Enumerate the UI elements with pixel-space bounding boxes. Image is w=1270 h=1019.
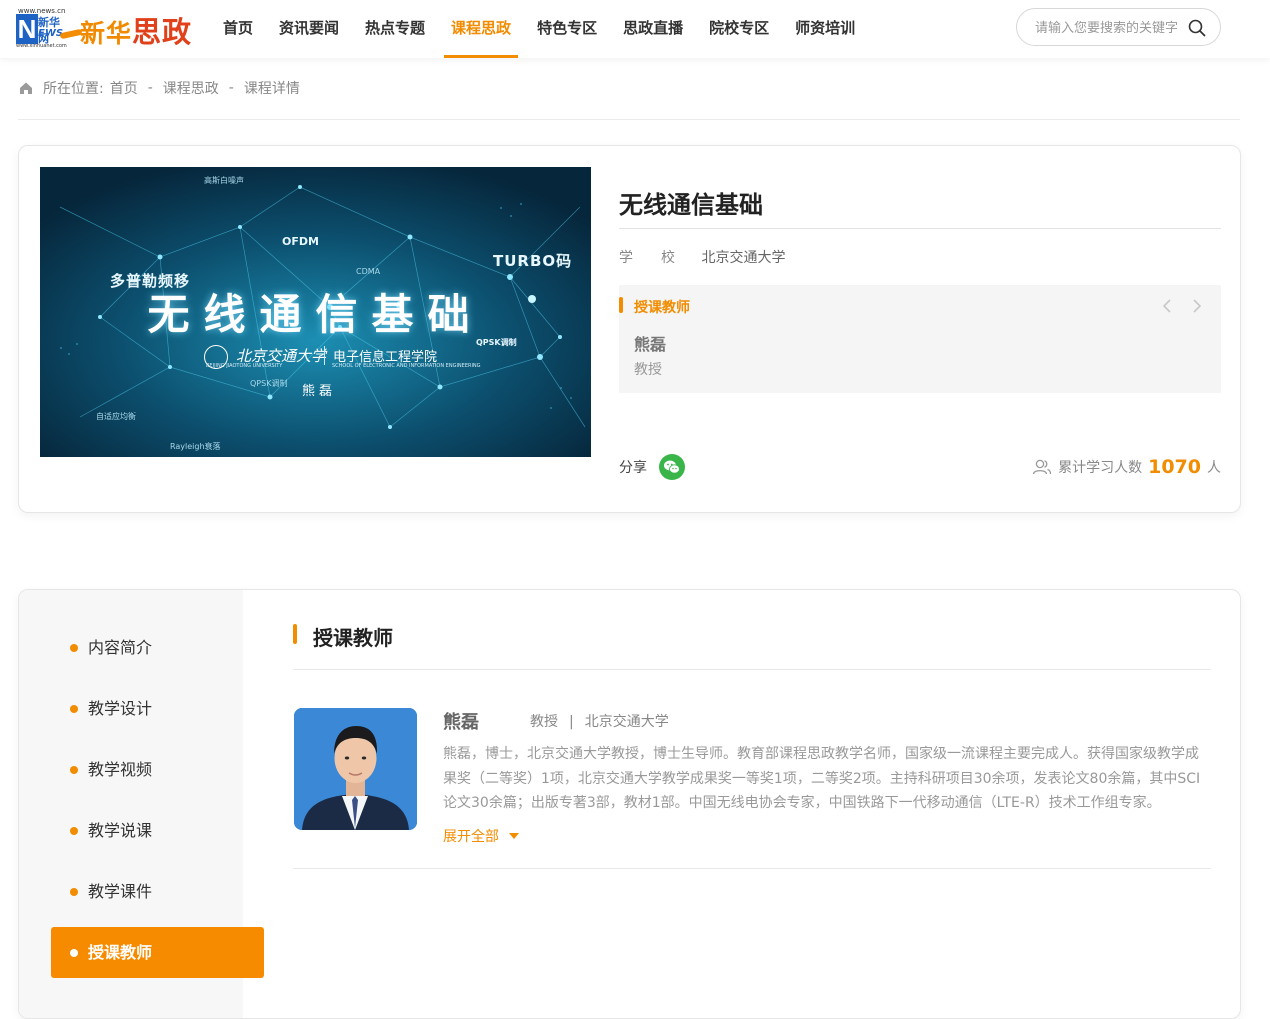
school-row: 学校 北京交通大学	[619, 247, 785, 267]
home-icon	[20, 82, 32, 94]
cover-title: 无线通信基础	[147, 290, 484, 339]
teacher-box-title: 授课教师	[634, 300, 690, 316]
teacher-school: 北京交通大学	[584, 714, 669, 730]
accent-bar	[619, 297, 623, 313]
teacher-avatar	[294, 708, 417, 830]
expand-all-label: 展开全部	[443, 829, 499, 845]
cover-tag: Rayleigh衰落	[170, 442, 221, 451]
course-title: 无线通信基础	[619, 191, 763, 219]
sidebar-item-teacher[interactable]: 授课教师	[51, 927, 264, 978]
course-cover-image[interactable]: 多普勒频移 TURBO码 OFDM QPSK调制 CDMA 高斯白噪声 自适应均…	[40, 167, 591, 457]
nav-home[interactable]: 首页	[210, 0, 266, 58]
search-input[interactable]	[1035, 18, 1185, 38]
cover-tag: TURBO码	[493, 252, 573, 270]
course-card: 多普勒频移 TURBO码 OFDM QPSK调制 CDMA 高斯白噪声 自适应均…	[18, 145, 1241, 513]
teacher-rank: 教授	[530, 714, 558, 730]
bullet-dot	[70, 644, 78, 652]
bullet-dot	[70, 766, 78, 774]
breadcrumb-divider	[18, 119, 1240, 120]
cover-department-en: SCHOOL OF ELECTRONIC AND INFORMATION ENG…	[332, 363, 481, 369]
bullet-dot	[70, 827, 78, 835]
xinhua-logo-mark: www.news.cn N 新华网 EWS www.xinhuanet.com	[16, 7, 67, 49]
sidebar-item-lecture[interactable]: 教学说课	[51, 805, 264, 856]
sidebar-item-video[interactable]: 教学视频	[51, 744, 264, 795]
chevron-left-icon[interactable]	[1159, 297, 1175, 315]
people-icon	[1032, 459, 1052, 475]
bullet-dot	[70, 949, 78, 957]
school-label: 学校	[619, 250, 703, 266]
teacher-section: 授课教师 熊磊 教授 | 北京交通大学 熊磊，博士，北京交通大学教授，博士生导师。教…	[243, 590, 1240, 1018]
nav-featured[interactable]: 特色专区	[524, 0, 610, 58]
teacher-name: 熊磊	[443, 712, 479, 733]
share-label: 分享	[619, 460, 647, 476]
accent-bar	[293, 624, 297, 644]
breadcrumb: 所在位置: 首页 - 课程思政 - 课程详情	[18, 78, 300, 98]
sidebar-item-design[interactable]: 教学设计	[51, 683, 264, 734]
sidebar-item-label: 教学说课	[88, 821, 153, 840]
caret-down-icon	[509, 833, 519, 839]
teacher-box-name[interactable]: 熊磊	[634, 331, 666, 355]
breadcrumb-label: 所在位置:	[43, 81, 104, 97]
cover-tag: 高斯白噪声	[204, 176, 244, 185]
cover-school-en: BEIJING JIAOTONG UNIVERSITY	[206, 363, 283, 369]
nav-teacher-training[interactable]: 师资培训	[782, 0, 868, 58]
meta-divider: |	[569, 714, 574, 730]
sidebar-item-label: 授课教师	[88, 943, 153, 962]
breadcrumb-home[interactable]: 首页	[110, 78, 138, 98]
breadcrumb-separator: -	[147, 80, 153, 96]
teacher-box-rank: 教授	[634, 362, 662, 378]
sidebar-item-courseware[interactable]: 教学课件	[51, 866, 264, 917]
main-nav: 首页 资讯要闻 热点专题 课程思政 特色专区 思政直播 院校专区 师资培训	[210, 0, 868, 58]
teacher-portrait	[294, 708, 417, 830]
course-detail-panel: 内容简介 教学设计 教学视频 教学说课 教学课件 授课教师 授课教师 熊磊 教授…	[18, 589, 1241, 1019]
cover-tag: OFDM	[282, 235, 319, 248]
nav-news[interactable]: 资讯要闻	[266, 0, 352, 58]
share-row: 分享	[619, 454, 685, 480]
teacher-meta: 教授 | 北京交通大学	[530, 711, 669, 731]
breadcrumb-course-detail: 课程详情	[243, 81, 300, 97]
section-title: 授课教师	[313, 626, 393, 650]
sidebar-item-label: 教学视频	[88, 760, 153, 779]
detail-sidebar: 内容简介 教学设计 教学视频 教学说课 教学课件 授课教师	[19, 590, 264, 1018]
logo-brand-text: 新华思政	[80, 9, 192, 51]
cover-tag: 自适应均衡	[96, 412, 136, 421]
teacher-bio: 熊磊，博士，北京交通大学教授，博士生导师。教育部课程思政教学名师，国家级一流课程…	[443, 746, 1201, 811]
section-bottom-divider	[293, 868, 1211, 869]
sidebar-item-label: 内容简介	[88, 638, 153, 657]
sidebar-item-intro[interactable]: 内容简介	[51, 622, 264, 673]
logo-brand-b: 思政	[132, 15, 193, 49]
teacher-summary-box: 授课教师 熊磊 教授	[619, 285, 1221, 393]
logo-url-bottom: www.xinhuanet.com	[16, 43, 67, 49]
school-name: 北京交通大学	[701, 250, 786, 266]
chevron-right-icon[interactable]	[1189, 297, 1205, 315]
site-logo[interactable]: www.news.cn N 新华网 EWS www.xinhuanet.com …	[16, 7, 191, 49]
breadcrumb-course-ideology[interactable]: 课程思政	[163, 78, 219, 98]
breadcrumb-separator: -	[228, 80, 234, 96]
sidebar-item-label: 教学课件	[88, 882, 153, 901]
nav-course-ideology[interactable]: 课程思政	[438, 0, 524, 58]
cover-tag: CDMA	[356, 267, 381, 276]
bullet-dot	[70, 888, 78, 896]
sidebar-item-label: 教学设计	[88, 699, 153, 718]
logo-letter: N	[16, 14, 38, 44]
nav-topics[interactable]: 热点专题	[352, 0, 438, 58]
learners-unit: 人	[1207, 460, 1221, 476]
section-divider	[293, 669, 1211, 670]
cover-tag: QPSK调制	[250, 379, 288, 388]
bullet-dot	[70, 705, 78, 713]
nav-schools[interactable]: 院校专区	[696, 0, 782, 58]
learners-stat: 累计学习人数 1070 人	[1032, 454, 1221, 480]
learners-count: 1070	[1148, 456, 1201, 478]
wechat-icon[interactable]	[659, 454, 685, 480]
title-divider	[619, 228, 1221, 229]
search-box	[1016, 8, 1221, 46]
expand-all-button[interactable]: 展开全部	[443, 826, 519, 846]
nav-live[interactable]: 思政直播	[610, 0, 696, 58]
site-header: www.news.cn N 新华网 EWS www.xinhuanet.com …	[0, 0, 1270, 58]
search-icon[interactable]	[1188, 19, 1206, 37]
cover-teacher: 熊磊	[302, 384, 337, 399]
learners-label: 累计学习人数	[1058, 460, 1143, 476]
logo-brand-a: 新华	[80, 19, 133, 48]
